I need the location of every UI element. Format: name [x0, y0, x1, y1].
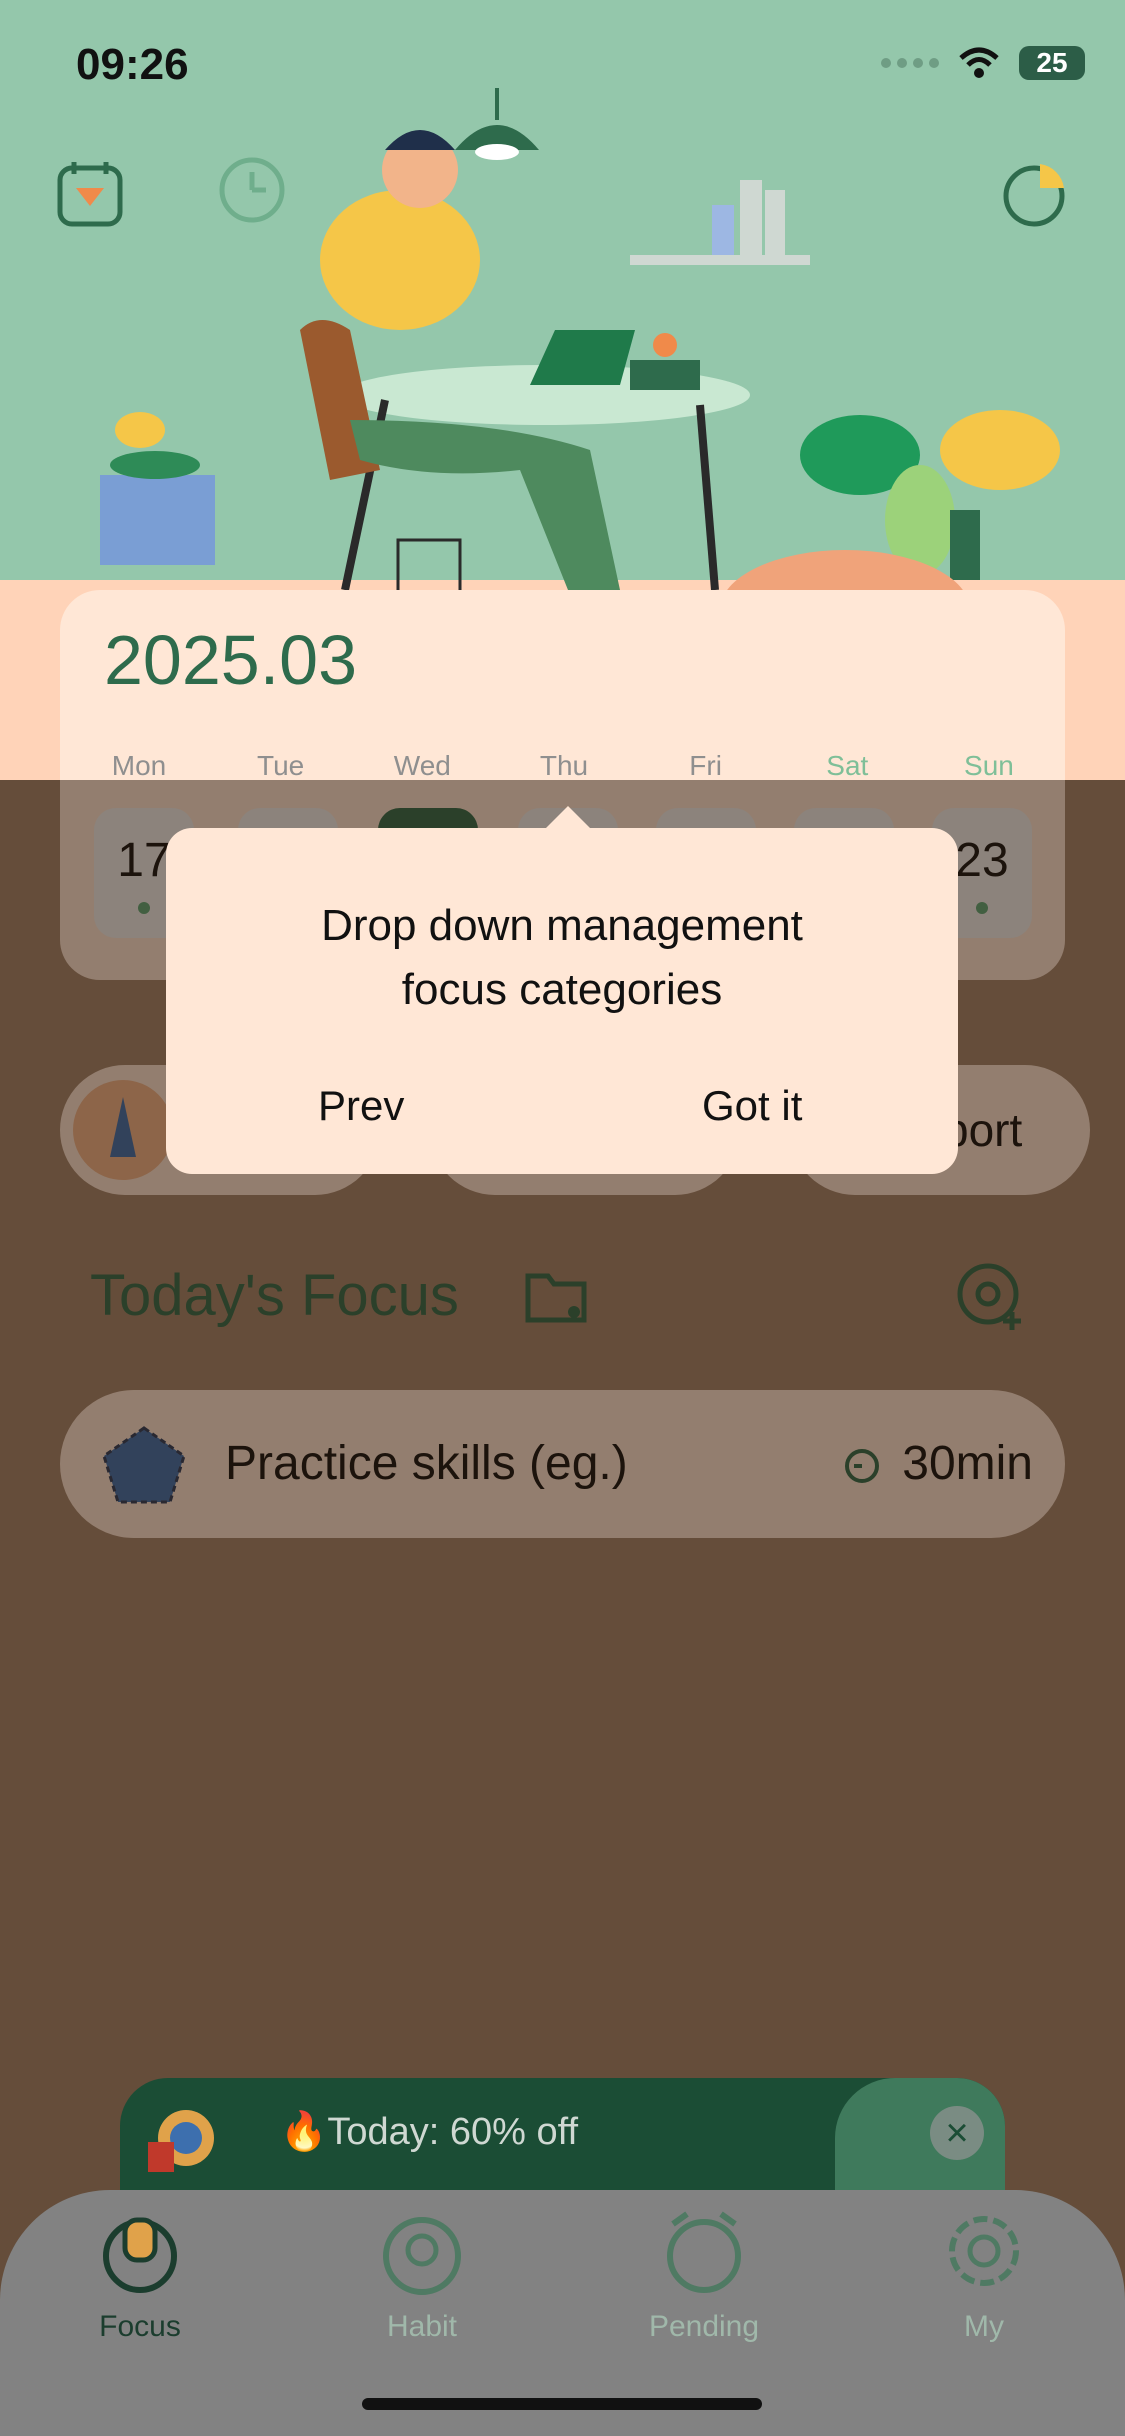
- popup-message: Drop down management focus categories: [166, 894, 958, 1022]
- signal-icon: [881, 58, 939, 68]
- got-it-button[interactable]: Got it: [702, 1082, 802, 1130]
- popup-message-line2: focus categories: [401, 965, 723, 1014]
- calendar-icon[interactable]: [48, 152, 132, 236]
- popup-message-line1: Drop down management: [321, 901, 803, 950]
- weekday-label: Thu: [539, 750, 589, 781]
- habit-icon: [383, 2217, 461, 2295]
- tab-my[interactable]: My: [884, 2206, 1084, 2344]
- tab-habit[interactable]: Habit: [322, 2206, 522, 2344]
- tab-label: Focus: [99, 2310, 181, 2343]
- weekday-label: Mon: [111, 750, 167, 781]
- weekday-label: Fri: [689, 750, 722, 781]
- settings-icon: [949, 2216, 1019, 2286]
- popup-pointer: [544, 806, 592, 830]
- weekday-label: Sun: [964, 750, 1014, 781]
- battery-indicator: 25: [1019, 46, 1085, 80]
- tab-pending[interactable]: Pending: [604, 2206, 804, 2344]
- weekday-row: Mon Tue Wed Thu Fri Sat Sun: [84, 750, 1044, 782]
- weekday-label: Sat: [826, 750, 869, 781]
- weekday-label: Wed: [393, 750, 451, 781]
- close-icon[interactable]: ×: [930, 2106, 984, 2160]
- tab-label: Habit: [386, 2310, 458, 2343]
- focus-icon: [103, 2217, 177, 2293]
- pie-chart-icon[interactable]: [994, 152, 1078, 236]
- promo-text: 🔥Today: 60% off: [280, 2111, 579, 2153]
- tab-label: My: [964, 2310, 1004, 2343]
- calendar-month[interactable]: 2025.03: [104, 620, 357, 700]
- tab-focus[interactable]: Focus: [40, 2206, 240, 2344]
- clock-icon[interactable]: [210, 148, 294, 232]
- wifi-icon: [959, 47, 999, 78]
- promo-clock-icon: [148, 2110, 214, 2172]
- status-indicators: 25: [881, 46, 1085, 80]
- tab-label: Pending: [648, 2310, 760, 2343]
- prev-button[interactable]: Prev: [318, 1082, 404, 1130]
- home-indicator[interactable]: [362, 2398, 762, 2410]
- weekday-label: Tue: [257, 750, 305, 781]
- pending-icon: [667, 2211, 741, 2293]
- status-time: 09:26: [76, 40, 189, 89]
